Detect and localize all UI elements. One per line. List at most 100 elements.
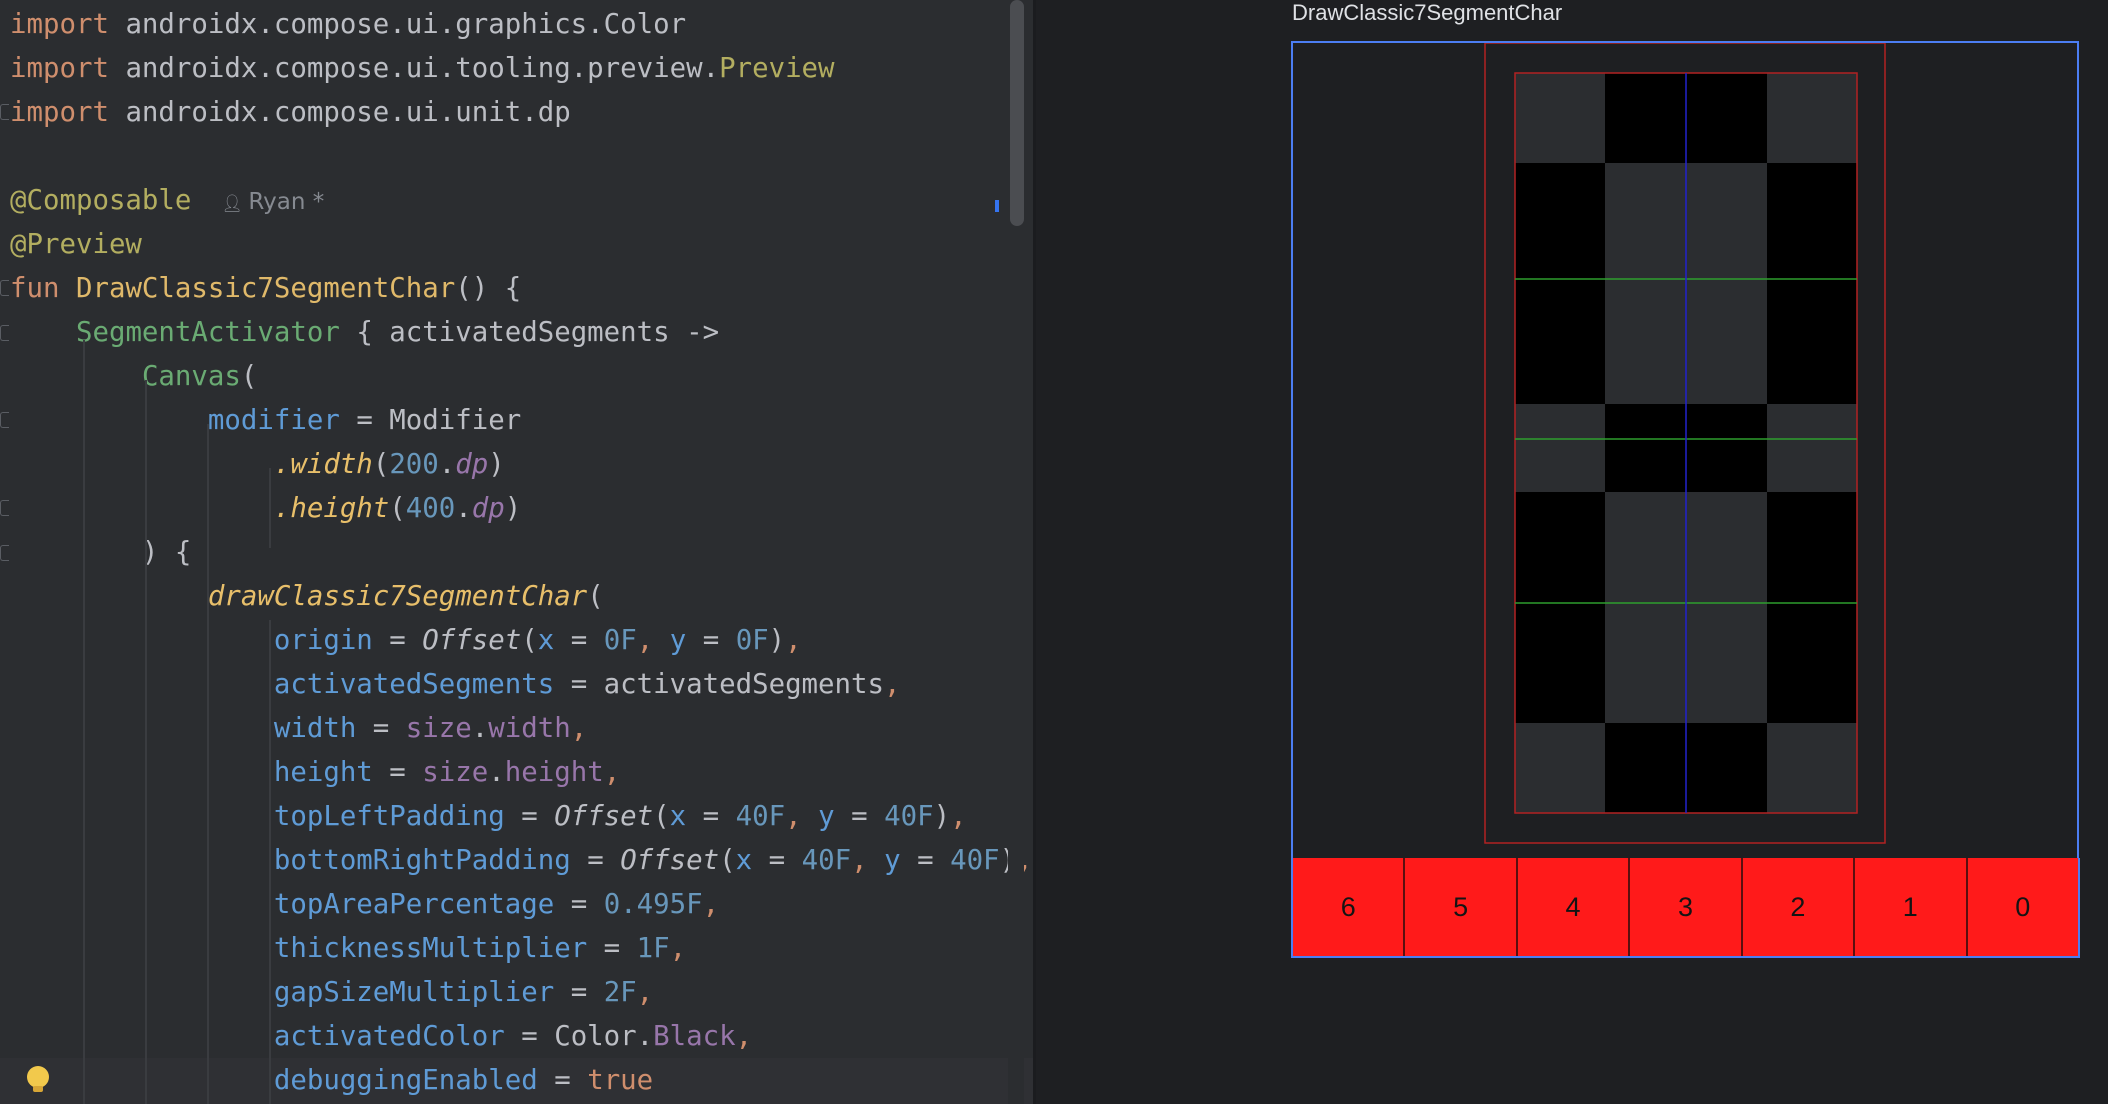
code-line[interactable]: debuggingEnabled = true: [10, 1059, 653, 1103]
code-token: ,: [702, 889, 720, 920]
code-token: import: [10, 9, 126, 40]
code-token: = Color.: [504, 1021, 654, 1052]
author-hint[interactable]: 👤︎ Ryan *: [221, 189, 324, 215]
code-token: ,: [603, 757, 621, 788]
code-line[interactable]: drawClassic7SegmentChar(: [10, 575, 604, 619]
person-icon: 👤︎: [221, 194, 249, 214]
indent-guide: [269, 468, 271, 548]
code-token: .: [488, 757, 505, 788]
code-token: .: [455, 493, 472, 524]
code-line[interactable]: @Composable 👤︎ Ryan *: [10, 179, 324, 223]
preview-frame[interactable]: [1291, 41, 2079, 957]
segment-toggle-button-5[interactable]: 5: [1405, 858, 1518, 956]
code-token: androidx.compose.ui.graphics.Color: [125, 9, 687, 40]
code-token: 2F: [603, 977, 637, 1008]
code-token: 40F: [950, 845, 1000, 876]
code-token: 40F: [884, 801, 934, 832]
code-token: ,: [950, 801, 967, 832]
lightbulb-icon[interactable]: [27, 1066, 49, 1092]
code-token: ): [768, 625, 786, 656]
code-token: topAreaPercentage: [273, 889, 555, 920]
code-token: .: [438, 449, 456, 480]
code-line[interactable]: topLeftPadding = Offset(x = 40F, y = 40F…: [10, 795, 967, 839]
code-line[interactable]: ) {: [10, 531, 191, 575]
code-token: x: [735, 845, 753, 876]
fold-marker-icon[interactable]: [0, 412, 9, 428]
code-token: =: [554, 977, 604, 1008]
fold-marker-icon[interactable]: [0, 500, 9, 516]
code-token: ,: [669, 933, 687, 964]
code-token: thicknessMultiplier: [273, 933, 588, 964]
code-line[interactable]: import androidx.compose.ui.tooling.previ…: [10, 47, 835, 91]
code-token: x: [669, 801, 687, 832]
code-token: size: [405, 713, 472, 744]
code-token: SegmentActivator: [75, 317, 340, 348]
code-token: width: [488, 713, 571, 744]
segment-toggle-button-3[interactable]: 3: [1630, 858, 1743, 956]
indent-guide: [269, 620, 271, 1104]
code-line[interactable]: SegmentActivator { activatedSegments ->: [10, 311, 719, 355]
code-line[interactable]: activatedSegments = activatedSegments,: [10, 663, 901, 707]
code-token: import: [10, 97, 126, 128]
code-line[interactable]: .height(400.dp): [10, 487, 521, 531]
splitter[interactable]: [1033, 0, 1036, 1104]
code-token: ,: [785, 625, 802, 656]
code-token: origin: [273, 625, 373, 656]
code-token: 40F: [801, 845, 852, 876]
code-line[interactable]: thicknessMultiplier = 1F,: [10, 927, 686, 971]
code-line[interactable]: import androidx.compose.ui.unit.dp: [10, 91, 571, 135]
code-line[interactable]: origin = Offset(x = 0F, y = 0F),: [10, 619, 802, 663]
fold-marker-icon[interactable]: [0, 280, 9, 296]
code-token: 400: [405, 493, 456, 524]
code-token: gapSizeMultiplier: [273, 977, 555, 1008]
code-line[interactable]: fun DrawClassic7SegmentChar() {: [10, 267, 521, 311]
code-token: 200: [389, 449, 439, 480]
fold-marker-icon[interactable]: [0, 104, 9, 120]
code-line[interactable]: modifier = Modifier: [10, 399, 521, 443]
indent-guide: [145, 380, 147, 1104]
code-token: @Composable: [10, 185, 192, 216]
segment-toggle-button-4[interactable]: 4: [1517, 858, 1631, 956]
code-token: ,: [884, 669, 901, 700]
fold-marker-icon[interactable]: [0, 545, 9, 561]
code-token: androidx.compose.ui.tooling.preview.: [125, 53, 720, 84]
code-token: = activatedSegments: [554, 669, 885, 700]
code-token: (: [719, 845, 736, 876]
code-token: =: [356, 713, 406, 744]
code-line[interactable]: import androidx.compose.ui.graphics.Colo…: [10, 3, 686, 47]
seven-segment-canvas: [1484, 43, 1886, 844]
code-line[interactable]: Canvas(: [10, 355, 257, 399]
code-token: () {: [455, 273, 522, 304]
segment-toggle-button-0[interactable]: 0: [1967, 858, 2078, 956]
editor-scrollbar-thumb[interactable]: [1010, 0, 1024, 226]
code-token: .width: [273, 449, 373, 480]
code-token: modifier: [207, 405, 340, 436]
code-line[interactable]: topAreaPercentage = 0.495F,: [10, 883, 719, 927]
fold-marker-icon[interactable]: [0, 325, 9, 341]
code-line[interactable]: width = size.width,: [10, 707, 587, 751]
code-line[interactable]: height = size.height,: [10, 751, 620, 795]
segment-toggle-button-1[interactable]: 1: [1855, 858, 1968, 956]
code-token: Canvas: [141, 361, 241, 392]
code-token: =: [900, 845, 951, 876]
code-token: y: [884, 845, 901, 876]
code-token: ,: [636, 977, 654, 1008]
code-token: height: [504, 757, 604, 788]
code-token: =: [554, 889, 604, 920]
code-token: width: [273, 713, 357, 744]
code-line[interactable]: bottomRightPadding = Offset(x = 40F, y =…: [10, 839, 1033, 883]
code-editor[interactable]: import androidx.compose.ui.graphics.Colo…: [0, 0, 1033, 1104]
code-token: Offset: [422, 625, 522, 656]
code-line[interactable]: @Preview: [10, 223, 142, 267]
segment-toggle-button-2[interactable]: 2: [1742, 858, 1856, 956]
code-token: .height: [273, 493, 390, 524]
code-line[interactable]: gapSizeMultiplier = 2F,: [10, 971, 653, 1015]
code-line[interactable]: activatedColor = Color.Black,: [10, 1015, 752, 1059]
code-token: (: [389, 493, 406, 524]
segment-toggle-button-6[interactable]: 6: [1293, 858, 1406, 956]
